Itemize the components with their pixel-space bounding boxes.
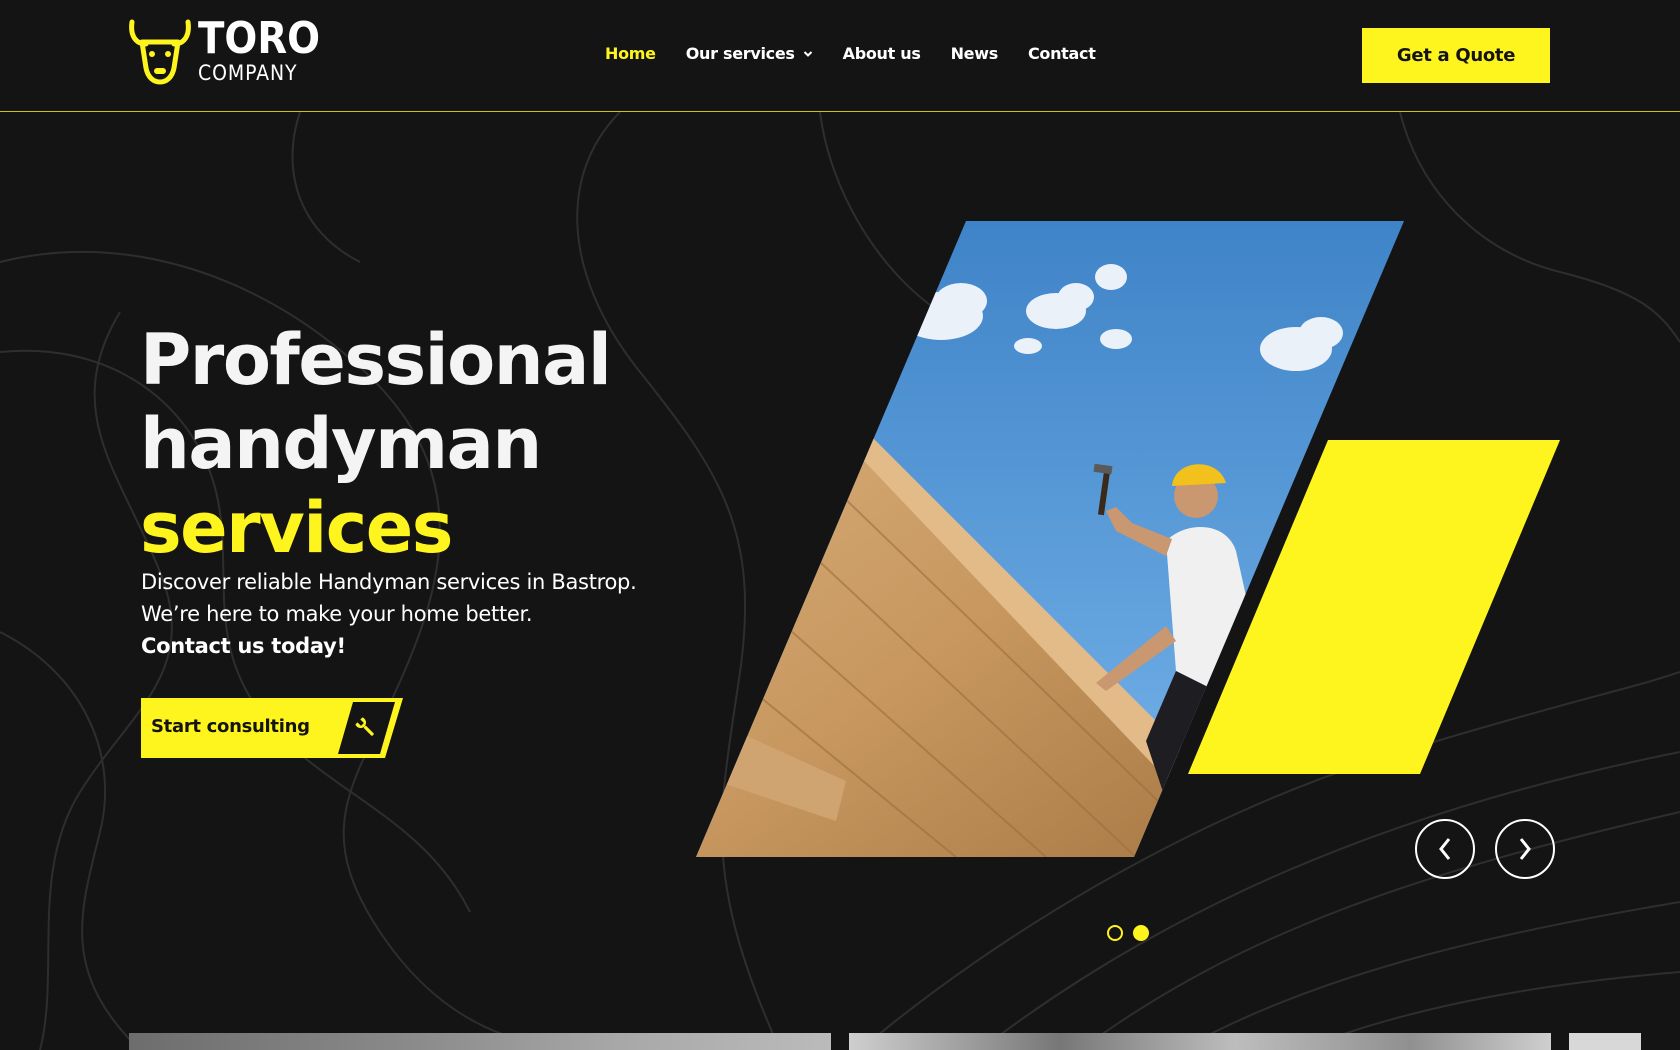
nav-about-us[interactable]: About us xyxy=(843,44,921,63)
nav-contact[interactable]: Contact xyxy=(1028,44,1096,63)
decorative-yellow-parallelogram xyxy=(1188,440,1560,774)
site-header: TORO COMPANY Home Our services About us … xyxy=(0,0,1680,112)
logo-name: TORO xyxy=(198,13,321,64)
get-a-quote-button[interactable]: Get a Quote xyxy=(1362,28,1550,83)
chevron-left-icon xyxy=(1439,838,1451,860)
hero-subtitle: Discover reliable Handyman services in B… xyxy=(141,566,637,662)
slider-next-button[interactable] xyxy=(1495,819,1555,879)
hero-subtitle-line-2: We’re here to make your home better. xyxy=(141,602,533,626)
nav-our-services[interactable]: Our services xyxy=(686,44,813,63)
slider-prev-button[interactable] xyxy=(1415,819,1475,879)
hero-title-highlight: services xyxy=(140,487,453,569)
logo[interactable]: TORO COMPANY xyxy=(128,13,328,88)
service-card-image-3[interactable] xyxy=(1569,1033,1641,1050)
service-card-image-2[interactable] xyxy=(849,1033,1551,1050)
logo-tagline: COMPANY xyxy=(198,61,298,85)
chevron-down-icon xyxy=(803,50,812,57)
slider-dot-1[interactable] xyxy=(1107,925,1123,941)
nav-home[interactable]: Home xyxy=(605,44,656,63)
hero-subtitle-line-1: Discover reliable Handyman services in B… xyxy=(141,570,637,594)
hero-title-line-1: Professional xyxy=(140,319,612,401)
hero-title-line-2: handyman xyxy=(140,403,542,485)
chevron-right-icon xyxy=(1519,838,1531,860)
slider-dot-2-active[interactable] xyxy=(1133,925,1149,941)
start-consulting-button[interactable]: Start consulting xyxy=(141,698,403,758)
nav-news[interactable]: News xyxy=(951,44,999,63)
main-nav: Home Our services About us News Contact xyxy=(605,44,1126,63)
bull-head-icon xyxy=(129,19,191,85)
hero-subtitle-cta-text: Contact us today! xyxy=(141,634,346,658)
slider-pagination xyxy=(1107,925,1159,941)
nav-our-services-label: Our services xyxy=(685,44,795,63)
hero-title: Professional handyman services xyxy=(140,318,612,570)
start-consulting-label: Start consulting xyxy=(151,716,310,737)
service-card-image-1[interactable] xyxy=(129,1033,831,1050)
